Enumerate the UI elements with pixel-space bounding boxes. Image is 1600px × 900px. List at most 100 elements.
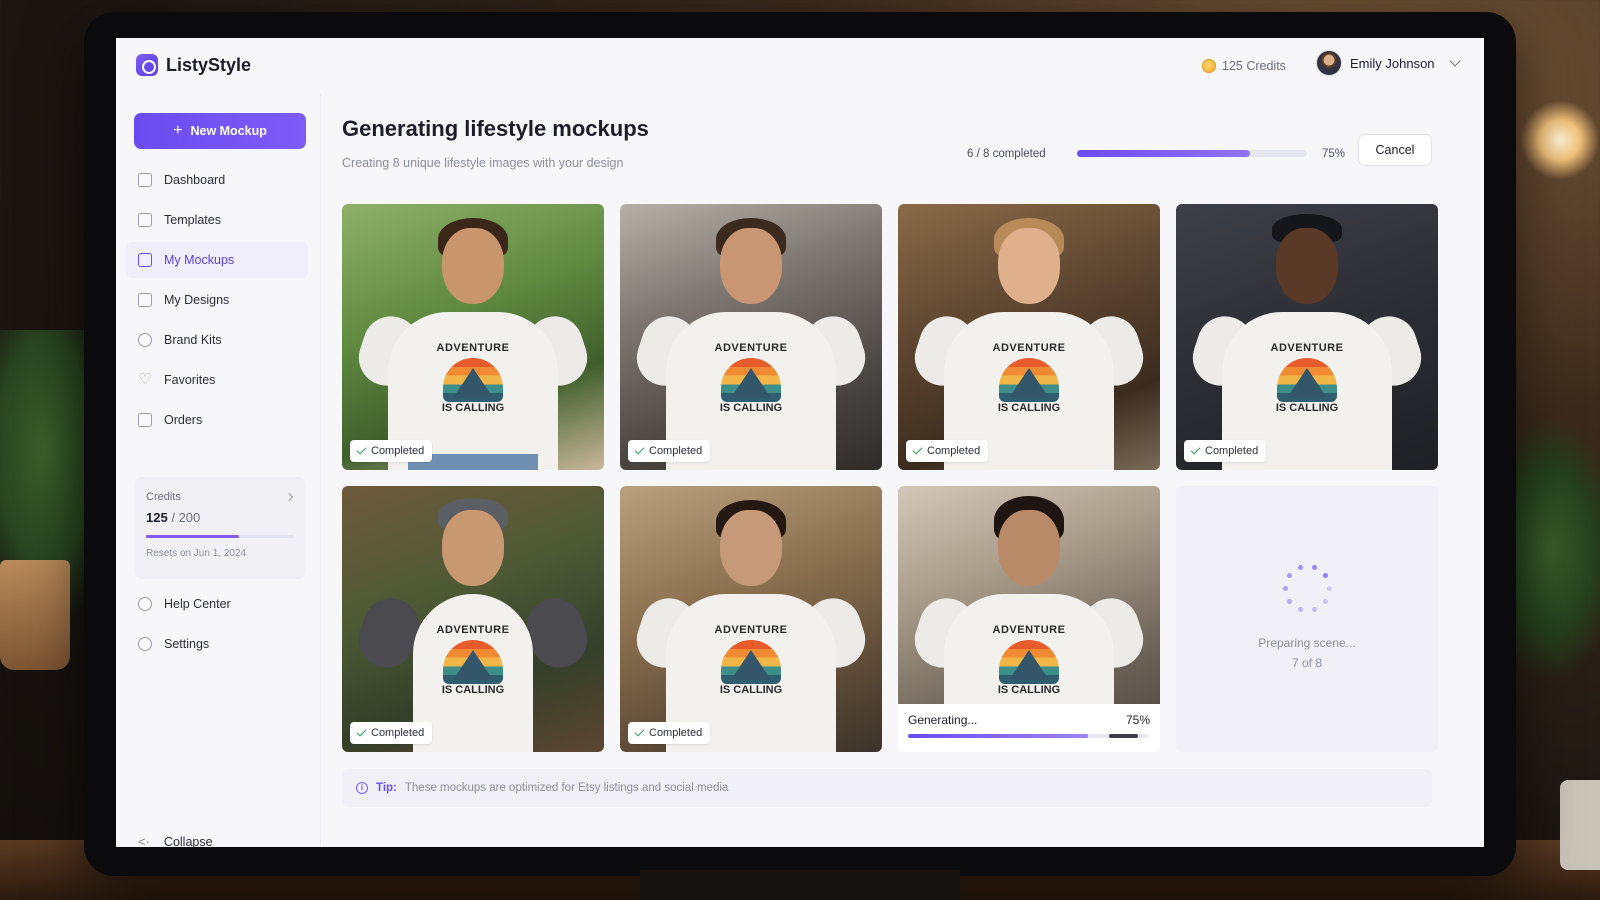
credits-separator: /: [171, 510, 175, 525]
progress-label: 6 / 8 completed: [967, 148, 1046, 160]
spinner-dot: [1298, 565, 1304, 571]
sidebar-item-label: My Designs: [164, 293, 230, 307]
main-content: Generating lifestyle mockups Creating 8 …: [322, 94, 1484, 847]
status-badge: Completed: [1184, 440, 1267, 462]
check-icon: [634, 726, 645, 737]
spinner-dot: [1287, 573, 1293, 579]
plus-icon: +: [173, 122, 183, 139]
status-label: Completed: [371, 445, 425, 457]
mockup-card[interactable]: ADVENTURE IS CALLING Completed: [342, 486, 604, 752]
check-icon: [912, 444, 923, 455]
pencil-icon: [138, 293, 152, 307]
sidebar-item-label: Help Center: [164, 597, 231, 611]
mockup-card[interactable]: ADVENTURE IS CALLING Completed: [342, 204, 604, 470]
avatar: [1316, 50, 1342, 76]
mockup-card-generating[interactable]: ADVENTURE IS CALLING Generating... 75%: [898, 486, 1160, 752]
credits-reset-text: Resets on Jun 1, 2024: [146, 548, 247, 559]
mockup-card[interactable]: ADVENTURE IS CALLING Completed: [620, 204, 882, 470]
status-label: Completed: [371, 727, 425, 739]
credits-indicator[interactable]: 125 Credits: [1192, 53, 1296, 79]
collapse-label: Collapse: [163, 834, 213, 848]
sidebar-item-label: Dashboard: [164, 173, 226, 187]
gear-icon: [138, 637, 152, 651]
page-title: Generating lifestyle mockups: [342, 116, 649, 141]
sidebar-item-my-designs[interactable]: My Designs: [126, 282, 308, 318]
credits-label: 125 Credits: [1222, 59, 1286, 73]
page-subtitle: Creating 8 unique lifestyle images with …: [342, 156, 624, 170]
sidebar-item-dashboard[interactable]: Dashboard: [126, 162, 308, 198]
mockup-image: ADVENTURE IS CALLING: [620, 204, 882, 470]
collapse-button[interactable]: <· Collapse: [138, 834, 213, 847]
status-label: Completed: [649, 727, 703, 739]
sidebar-item-settings[interactable]: Settings: [126, 626, 308, 662]
mockup-image: ADVENTURE IS CALLING: [342, 486, 604, 752]
shirt-graphic: ADVENTURE IS CALLING: [992, 342, 1066, 414]
face: [720, 510, 782, 586]
template-icon: [138, 213, 152, 227]
spinner-dot: [1322, 573, 1328, 579]
spinner-dot: [1322, 598, 1328, 604]
sidebar-item-templates[interactable]: Templates: [126, 202, 308, 238]
sidebar-item-brand-kits[interactable]: Brand Kits: [126, 322, 308, 358]
face: [720, 228, 782, 304]
status-label: Completed: [649, 445, 703, 457]
logo[interactable]: ListyStyle: [136, 54, 251, 76]
collapse-icon: <·: [138, 834, 150, 847]
sidebar-item-label: Settings: [164, 637, 210, 651]
sidebar-bottom-nav: Help Center Settings: [126, 586, 308, 666]
mockup-image: ADVENTURE IS CALLING: [620, 486, 882, 752]
credits-value: 125 / 200: [146, 510, 294, 525]
status-badge: Completed: [350, 722, 433, 744]
logo-icon: [136, 54, 158, 76]
mockup-image: ADVENTURE IS CALLING: [898, 486, 1160, 704]
sidebar-item-label: Brand Kits: [164, 333, 222, 347]
mockup-card[interactable]: ADVENTURE IS CALLING Completed: [898, 204, 1160, 470]
loading-spinner-icon: [1283, 564, 1333, 614]
app-name: ListyStyle: [166, 54, 252, 75]
spinner-dot: [1311, 565, 1317, 571]
sidebar-item-favorites[interactable]: ♡ Favorites: [126, 362, 308, 398]
face: [1276, 228, 1338, 304]
tip-banner: i Tip: These mockups are optimized for E…: [342, 769, 1432, 807]
status-label: Completed: [1205, 445, 1259, 457]
sidebar-item-label: Templates: [164, 213, 221, 227]
sidebar-item-label: Favorites: [164, 373, 216, 387]
shirt-graphic: ADVENTURE IS CALLING: [714, 624, 788, 696]
cancel-button[interactable]: Cancel: [1358, 134, 1432, 166]
sidebar-item-my-mockups[interactable]: My Mockups: [126, 242, 308, 278]
credits-total: 200: [178, 510, 201, 525]
generating-percent: 75%: [1125, 713, 1150, 727]
mockup-card[interactable]: ADVENTURE IS CALLING Completed: [620, 486, 882, 752]
info-icon: i: [356, 782, 368, 794]
new-mockup-label: New Mockup: [190, 124, 267, 138]
mockups-icon: [138, 253, 152, 267]
shirt-graphic: ADVENTURE IS CALLING: [436, 342, 510, 414]
progress-percent: 75%: [1322, 148, 1346, 160]
orders-icon: [138, 413, 152, 427]
chevron-down-icon: [1448, 55, 1461, 67]
mockup-card[interactable]: ADVENTURE IS CALLING Completed: [1176, 204, 1438, 470]
status-badge: Completed: [906, 440, 989, 462]
check-icon: [634, 444, 645, 455]
credits-progress-fill: [146, 535, 239, 538]
coin-icon: [1202, 59, 1216, 73]
generating-progress-fill: [908, 734, 1088, 738]
spinner-dot: [1298, 606, 1304, 612]
face: [442, 510, 504, 586]
user-menu[interactable]: Emily Johnson: [1316, 50, 1461, 76]
heart-icon: ♡: [138, 371, 152, 388]
sidebar-item-help-center[interactable]: Help Center: [126, 586, 308, 622]
tip-text: These mockups are optimized for Etsy lis…: [404, 782, 729, 794]
mockup-image: ADVENTURE IS CALLING: [898, 204, 1160, 470]
generating-label: Generating...: [908, 713, 978, 727]
credits-card[interactable]: Credits 125 / 200 Resets on Jun 1, 2024: [134, 477, 306, 579]
background-pot: [0, 560, 70, 670]
sidebar-item-orders[interactable]: Orders: [126, 402, 308, 438]
overall-progress-fill: [1077, 150, 1250, 157]
status-badge: Completed: [628, 722, 711, 744]
pending-count: 7 of 8: [1291, 656, 1323, 670]
sidebar-nav: Dashboard Templates My Mockups My Design…: [126, 162, 308, 442]
spinner-dot: [1287, 598, 1293, 604]
shirt-graphic: ADVENTURE IS CALLING: [992, 624, 1066, 696]
new-mockup-button[interactable]: + New Mockup: [134, 113, 306, 149]
